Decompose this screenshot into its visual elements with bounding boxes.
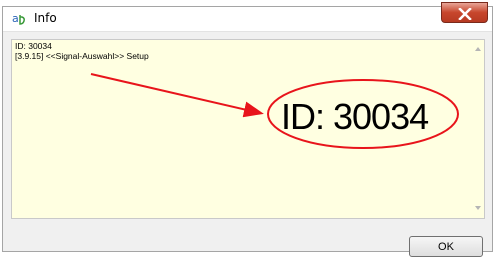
svg-text:a: a xyxy=(12,12,19,25)
info-text: ID: 30034 [3.9.15] <<Signal-Auswahl>> Se… xyxy=(15,41,149,61)
scroll-down-arrow-icon[interactable] xyxy=(475,206,481,210)
info-line-id: ID: 30034 xyxy=(15,41,52,51)
zoomed-id-callout: ID: 30034 xyxy=(281,96,429,137)
close-icon xyxy=(458,8,472,20)
close-button[interactable] xyxy=(441,2,488,23)
vertical-scrollbar[interactable] xyxy=(473,40,484,218)
ok-button[interactable]: OK xyxy=(409,236,483,257)
title-bar[interactable]: a Info xyxy=(3,2,492,32)
window-title: Info xyxy=(34,11,57,25)
scroll-up-arrow-icon[interactable] xyxy=(475,47,481,51)
info-app-icon: a xyxy=(12,11,30,27)
info-line-setup: [3.9.15] <<Signal-Auswahl>> Setup xyxy=(15,51,149,61)
